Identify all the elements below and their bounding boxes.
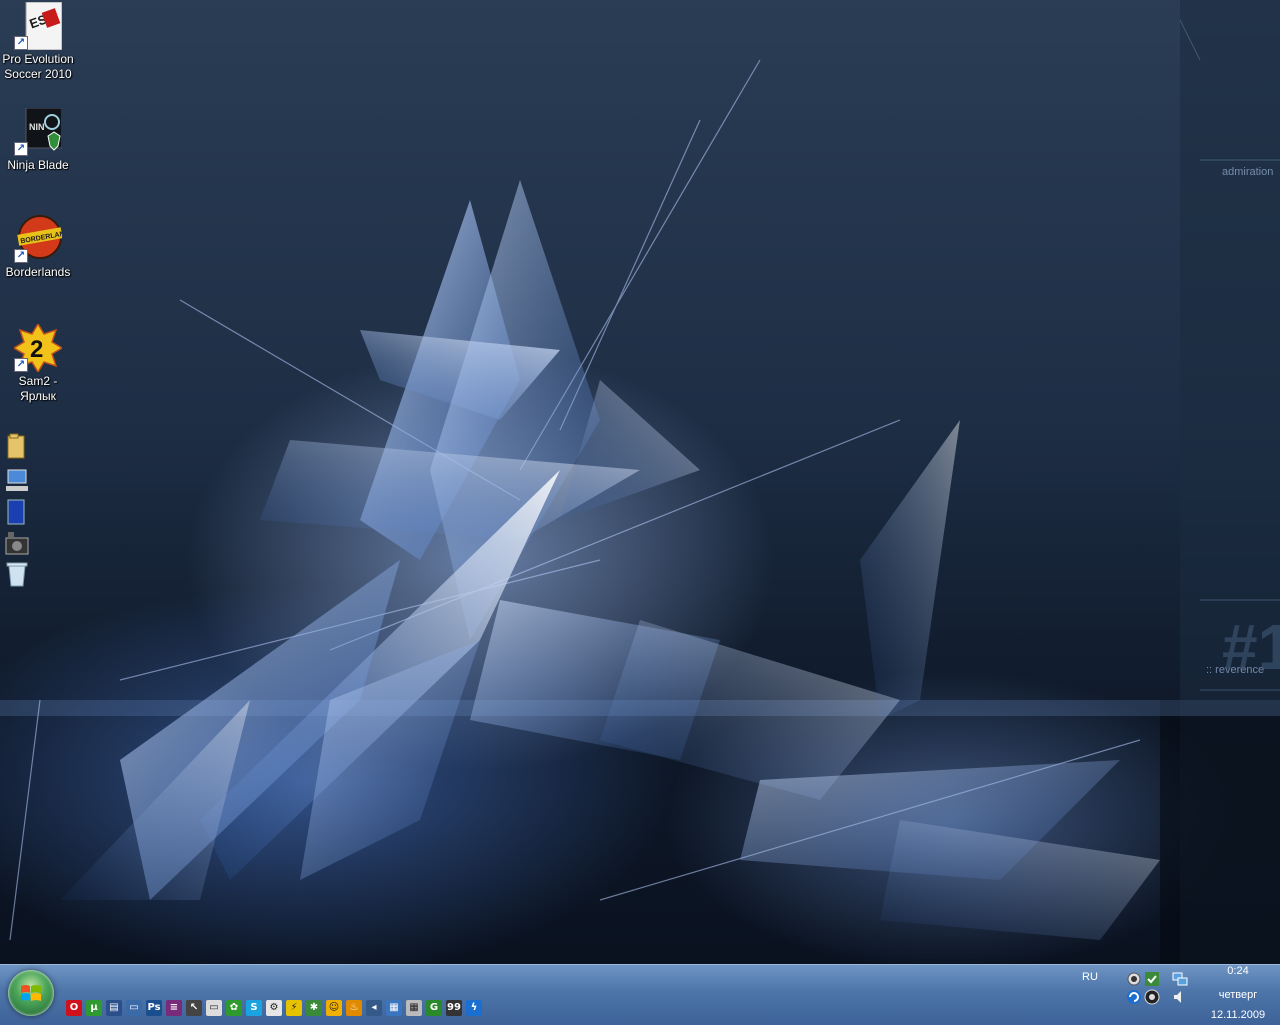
- monitor-icon[interactable]: [4, 498, 30, 526]
- antivirus-tray-icon[interactable]: [1144, 989, 1160, 1005]
- torch-icon[interactable]: ♨: [346, 1000, 362, 1016]
- window-switcher-icon[interactable]: ▭: [126, 1000, 142, 1016]
- shortcut-arrow-icon: ↗: [14, 358, 28, 372]
- sound-app-icon[interactable]: ◂: [366, 1000, 382, 1016]
- svg-text:NIN: NIN: [29, 122, 45, 132]
- photoshop-icon[interactable]: Ps: [146, 1000, 162, 1016]
- database-icon[interactable]: ▦: [386, 1000, 402, 1016]
- desktop-icon-label: Pro Evolution Soccer 2010: [2, 52, 74, 81]
- arrow-app-icon[interactable]: ↖: [186, 1000, 202, 1016]
- desktop-icon-label: Borderlands: [5, 265, 71, 279]
- ninja-blade-icon: NIN ↗: [14, 107, 63, 156]
- shortcut-arrow-icon: ↗: [14, 142, 28, 156]
- quick-launch-bar: Oµ ▤ ▭ Ps ≡ ↖ ▭ ✿ S ⚙ ⚡ ✱ ☺ ♨ ◂ ▦ ▦ G 99 ϟ: [66, 1000, 482, 1018]
- computer-icon[interactable]: [4, 466, 30, 494]
- windows-logo-icon: [21, 985, 41, 1001]
- volume-tray-icon[interactable]: [1172, 989, 1188, 1005]
- wallpaper-text-admiration: admiration: [1222, 166, 1274, 178]
- desktop-icon-sam2[interactable]: 2 ↗ Sam2 - Ярлык: [0, 322, 76, 404]
- desktop-icon-label: Sam2 - Ярлык: [18, 374, 58, 403]
- wallpaper-text-number: #1: [1222, 611, 1280, 683]
- clock-time: 0:24: [1227, 965, 1249, 977]
- serious-sam-2-icon: 2 ↗: [12, 322, 64, 374]
- security-check-tray-icon[interactable]: [1144, 971, 1160, 987]
- smiley-icon[interactable]: ☺: [326, 1000, 342, 1016]
- system-clock[interactable]: 0:24 четверг 12.11.2009: [1196, 965, 1280, 1025]
- start-button[interactable]: [8, 970, 54, 1016]
- clock-date: 12.11.2009: [1210, 1009, 1266, 1021]
- table-app-icon[interactable]: ≡: [166, 1000, 182, 1016]
- crystal-shards-artwork: [0, 0, 1280, 964]
- counter-icon[interactable]: 99: [446, 1000, 462, 1016]
- steam-icon[interactable]: ⚙: [266, 1000, 282, 1016]
- desktop-icon-borderlands[interactable]: BORDERLANDS ↗ Borderlands: [0, 215, 76, 280]
- opera-icon[interactable]: O: [66, 1000, 82, 1016]
- skype-icon[interactable]: S: [246, 1000, 262, 1016]
- shortcut-arrow-icon: ↗: [14, 249, 28, 263]
- network-tray-icon[interactable]: [1172, 971, 1188, 987]
- taskbar: Oµ ▤ ▭ Ps ≡ ↖ ▭ ✿ S ⚙ ⚡ ✱ ☺ ♨ ◂ ▦ ▦ G 99 ϟ RU 0:24 четверг …: [0, 964, 1280, 1025]
- icq-icon[interactable]: ✿: [226, 1000, 242, 1016]
- calculator-icon[interactable]: ▦: [406, 1000, 422, 1016]
- gear-app-icon[interactable]: ✱: [306, 1000, 322, 1016]
- language-indicator[interactable]: RU: [1082, 971, 1098, 983]
- desktop-icon-label: Ninja Blade: [7, 158, 69, 172]
- sam2-logo-text: 2: [30, 336, 43, 363]
- folder-icon[interactable]: [4, 432, 30, 460]
- refresh-tray-icon[interactable]: [1126, 989, 1142, 1005]
- webcam-tray-icon[interactable]: [1126, 971, 1142, 987]
- winamp-icon[interactable]: ⚡: [286, 1000, 302, 1016]
- desktop-icon-pes-2010[interactable]: ES ↗ Pro Evolution Soccer 2010: [0, 1, 76, 82]
- desktop-icon-ninja-blade[interactable]: NIN ↗ Ninja Blade: [0, 107, 76, 173]
- shortcut-arrow-icon: ↗: [14, 36, 28, 50]
- media-player-icon[interactable]: ▭: [206, 1000, 222, 1016]
- show-desktop-icon[interactable]: ▤: [106, 1000, 122, 1016]
- desktop-wallpaper: admiration :: reverence #1: [0, 0, 1280, 964]
- borderlands-icon: BORDERLANDS ↗: [14, 215, 75, 263]
- pes-2010-icon: ES ↗: [14, 1, 63, 51]
- camera-icon[interactable]: [4, 530, 30, 558]
- lightning-app-icon[interactable]: ϟ: [466, 1000, 482, 1016]
- clock-day: четверг: [1218, 989, 1258, 1001]
- recycle-bin-icon[interactable]: [4, 560, 30, 588]
- everest-icon[interactable]: G: [426, 1000, 442, 1016]
- utorrent-icon[interactable]: µ: [86, 1000, 102, 1016]
